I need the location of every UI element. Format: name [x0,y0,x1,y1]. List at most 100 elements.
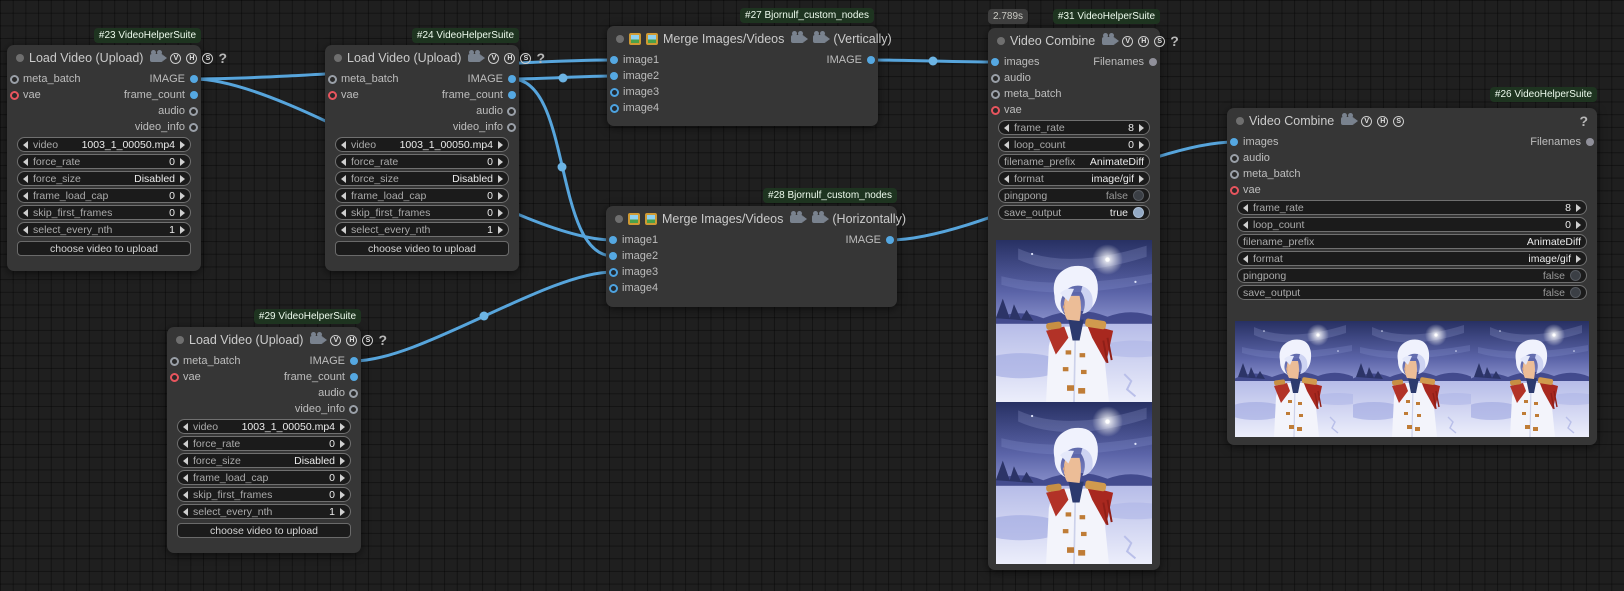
increment-arrow-icon[interactable] [340,474,345,482]
collapse-dot-icon[interactable] [334,54,342,62]
increment-arrow-icon[interactable] [1576,204,1581,212]
input-slot-audio[interactable] [1230,154,1239,163]
input-slot-image2[interactable] [610,72,618,80]
decrement-arrow-icon[interactable] [1004,141,1009,149]
input-slot-images[interactable] [991,58,999,66]
widget-pingpong-toggle[interactable]: pingpong false [1237,268,1587,283]
decrement-arrow-icon[interactable] [183,508,188,516]
help-icon[interactable]: ? [378,332,387,348]
output-slot-audio[interactable] [507,107,516,116]
video-preview-frame[interactable] [1471,321,1589,437]
decrement-arrow-icon[interactable] [23,226,28,234]
decrement-arrow-icon[interactable] [341,141,346,149]
input-slot-meta-batch[interactable] [328,75,337,84]
widget-video[interactable]: video 1003_1_00050.mp4 [177,419,351,434]
decrement-arrow-icon[interactable] [23,141,28,149]
input-slot-meta-batch[interactable] [991,90,1000,99]
increment-arrow-icon[interactable] [1576,221,1581,229]
output-slot-audio[interactable] [189,107,198,116]
choose-video-button[interactable]: choose video to upload [17,241,191,256]
output-slot-image[interactable] [867,56,875,64]
toggle-knob-icon[interactable] [1570,287,1581,298]
input-slot-image3[interactable] [609,268,618,277]
increment-arrow-icon[interactable] [498,226,503,234]
toggle-knob-icon[interactable] [1133,190,1144,201]
widget-pingpong-toggle[interactable]: pingpong false [998,188,1150,203]
input-slot-vae[interactable] [328,91,337,100]
collapse-dot-icon[interactable] [16,54,24,62]
input-slot-image1[interactable] [610,56,618,64]
input-slot-image4[interactable] [609,284,618,293]
node-titlebar[interactable]: Load Video (Upload) V H S ? [325,45,519,71]
output-slot-image[interactable] [190,75,198,83]
toggle-knob-icon[interactable] [1570,270,1581,281]
widget-force-size[interactable]: force_size Disabled [177,453,351,468]
video-preview[interactable] [1235,321,1589,437]
increment-arrow-icon[interactable] [498,209,503,217]
widget-loop-count[interactable]: loop_count 0 [1237,217,1587,232]
decrement-arrow-icon[interactable] [1243,204,1248,212]
decrement-arrow-icon[interactable] [341,192,346,200]
video-preview[interactable] [996,240,1152,564]
output-slot-audio[interactable] [349,389,358,398]
output-slot-frame-count[interactable] [508,91,516,99]
decrement-arrow-icon[interactable] [1004,175,1009,183]
widget-frame-rate[interactable]: frame_rate 8 [1237,200,1587,215]
help-icon[interactable]: ? [1579,113,1588,129]
increment-arrow-icon[interactable] [340,440,345,448]
collapse-dot-icon[interactable] [615,215,623,223]
input-slot-meta-batch[interactable] [1230,170,1239,179]
collapse-dot-icon[interactable] [616,35,624,43]
help-icon[interactable]: ? [218,50,227,66]
widget-format[interactable]: format image/gif [998,171,1150,186]
node-graph-canvas[interactable]: Load Video (Upload) V H S ? meta_batch I… [0,0,1624,591]
widget-select-every-nth[interactable]: select_every_nth 1 [17,222,191,237]
collapse-dot-icon[interactable] [1236,117,1244,125]
widget-frame-load-cap[interactable]: frame_load_cap 0 [335,188,509,203]
increment-arrow-icon[interactable] [180,226,185,234]
input-slot-vae[interactable] [170,373,179,382]
output-slot-image[interactable] [350,357,358,365]
video-preview-frame[interactable] [996,402,1152,564]
decrement-arrow-icon[interactable] [183,423,188,431]
node-titlebar[interactable]: Video Combine V H S ? [1227,108,1597,134]
output-slot-frame-count[interactable] [350,373,358,381]
widget-save-output-toggle[interactable]: save_output false [1237,285,1587,300]
increment-arrow-icon[interactable] [180,209,185,217]
node-titlebar[interactable]: Merge Images/Videos (Vertically) [607,26,878,52]
input-slot-vae[interactable] [10,91,19,100]
widget-select-every-nth[interactable]: select_every_nth 1 [335,222,509,237]
widget-force-rate[interactable]: force_rate 0 [335,154,509,169]
widget-frame-load-cap[interactable]: frame_load_cap 0 [17,188,191,203]
decrement-arrow-icon[interactable] [341,226,346,234]
decrement-arrow-icon[interactable] [183,474,188,482]
input-slot-image3[interactable] [610,88,619,97]
increment-arrow-icon[interactable] [498,175,503,183]
output-slot-video-info[interactable] [189,123,198,132]
decrement-arrow-icon[interactable] [183,491,188,499]
increment-arrow-icon[interactable] [1576,255,1581,263]
increment-arrow-icon[interactable] [498,192,503,200]
input-slot-images[interactable] [1230,138,1238,146]
increment-arrow-icon[interactable] [180,141,185,149]
decrement-arrow-icon[interactable] [341,158,346,166]
help-icon[interactable]: ? [536,50,545,66]
decrement-arrow-icon[interactable] [183,457,188,465]
increment-arrow-icon[interactable] [340,491,345,499]
choose-video-button[interactable]: choose video to upload [177,523,351,538]
output-slot-image[interactable] [508,75,516,83]
widget-force-rate[interactable]: force_rate 0 [17,154,191,169]
input-slot-meta-batch[interactable] [170,357,179,366]
increment-arrow-icon[interactable] [340,423,345,431]
input-slot-vae[interactable] [1230,186,1239,195]
widget-format[interactable]: format image/gif [1237,251,1587,266]
widget-filename-prefix[interactable]: filename_prefix AnimateDiff [998,154,1150,169]
node-titlebar[interactable]: Load Video (Upload) V H S ? [167,327,361,353]
widget-frame-load-cap[interactable]: frame_load_cap 0 [177,470,351,485]
widget-force-rate[interactable]: force_rate 0 [177,436,351,451]
decrement-arrow-icon[interactable] [23,175,28,183]
video-preview-frame[interactable] [1353,321,1471,437]
choose-video-button[interactable]: choose video to upload [335,241,509,256]
output-slot-video-info[interactable] [507,123,516,132]
output-slot-filenames[interactable] [1149,58,1157,66]
